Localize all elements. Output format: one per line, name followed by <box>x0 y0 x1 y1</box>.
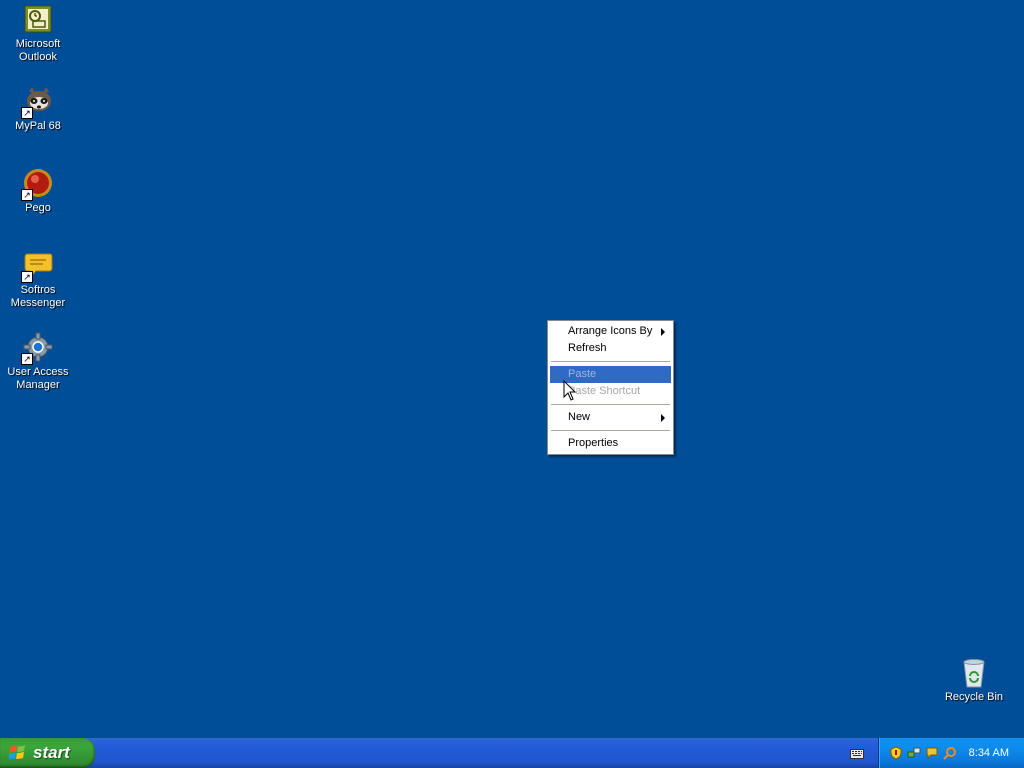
start-label: start <box>33 743 70 762</box>
menu-item-new[interactable]: New <box>550 409 671 426</box>
desktop-icon-pego[interactable]: ↗ Pego <box>0 168 76 215</box>
desktop-icon-softros-messenger[interactable]: ↗ Softros Messenger <box>0 250 76 310</box>
submenu-arrow-icon <box>661 414 665 422</box>
desktop-icon-mypal[interactable]: ↗ MyPal 68 <box>0 86 76 133</box>
desktop-icon-label: Recycle Bin <box>944 691 1004 703</box>
menu-item-label: Arrange Icons By <box>568 325 653 337</box>
menu-item-label: Paste Shortcut <box>568 385 641 397</box>
user-access-manager-icon: ↗ <box>21 332 54 365</box>
desktop-icon-label: Pego <box>25 202 51 214</box>
shortcut-arrow-icon: ↗ <box>21 271 33 283</box>
shortcut-arrow-icon: ↗ <box>21 189 33 201</box>
desktop[interactable]: Microsoft Outlook ↗ MyPal 68 ↗ Pego ↗ So… <box>0 0 1024 738</box>
messenger-tray-icon[interactable] <box>925 746 939 760</box>
taskbar: start 8:34 AM <box>0 738 1024 768</box>
menu-item-label: Paste <box>568 368 597 380</box>
menu-item-refresh[interactable]: Refresh <box>550 340 671 357</box>
menu-item-label: Refresh <box>568 342 607 354</box>
menu-item-properties[interactable]: Properties <box>550 435 671 452</box>
clock[interactable]: 8:34 AM <box>969 747 1009 759</box>
menu-item-arrange-icons-by[interactable]: Arrange Icons By <box>550 323 671 340</box>
network-icon[interactable] <box>907 746 921 760</box>
outlook-icon <box>22 4 54 36</box>
desktop-icon-label: Softros Messenger <box>10 284 66 309</box>
pego-icon: ↗ <box>21 168 54 201</box>
menu-separator <box>551 430 670 431</box>
desktop-icon-label: Microsoft Outlook <box>15 38 61 63</box>
menu-item-label: Properties <box>568 437 619 449</box>
menu-separator <box>551 361 670 362</box>
windows-logo-icon <box>9 745 25 760</box>
menu-separator <box>551 404 670 405</box>
desktop-icon-outlook[interactable]: Microsoft Outlook <box>0 4 76 64</box>
desktop-icon-recycle-bin[interactable]: Recycle Bin <box>936 657 1012 704</box>
submenu-arrow-icon <box>661 328 665 336</box>
security-shield-icon[interactable] <box>889 746 903 760</box>
mypal-icon: ↗ <box>21 86 54 119</box>
mouse-cursor-icon <box>563 380 577 401</box>
menu-item-label: New <box>568 411 591 423</box>
recycle-bin-icon <box>958 657 990 689</box>
shortcut-arrow-icon: ↗ <box>21 353 33 365</box>
desktop-icon-user-access-manager[interactable]: ↗ User Access Manager <box>0 332 76 392</box>
shortcut-arrow-icon: ↗ <box>21 107 33 119</box>
desktop-icon-label: User Access Manager <box>7 366 69 391</box>
desktop-icon-label: MyPal 68 <box>15 120 61 132</box>
search-tray-icon[interactable] <box>943 746 957 760</box>
start-button[interactable]: start <box>0 738 95 768</box>
keyboard-icon[interactable] <box>850 748 864 760</box>
system-tray: 8:34 AM <box>878 738 1024 768</box>
softros-messenger-icon: ↗ <box>21 250 54 283</box>
